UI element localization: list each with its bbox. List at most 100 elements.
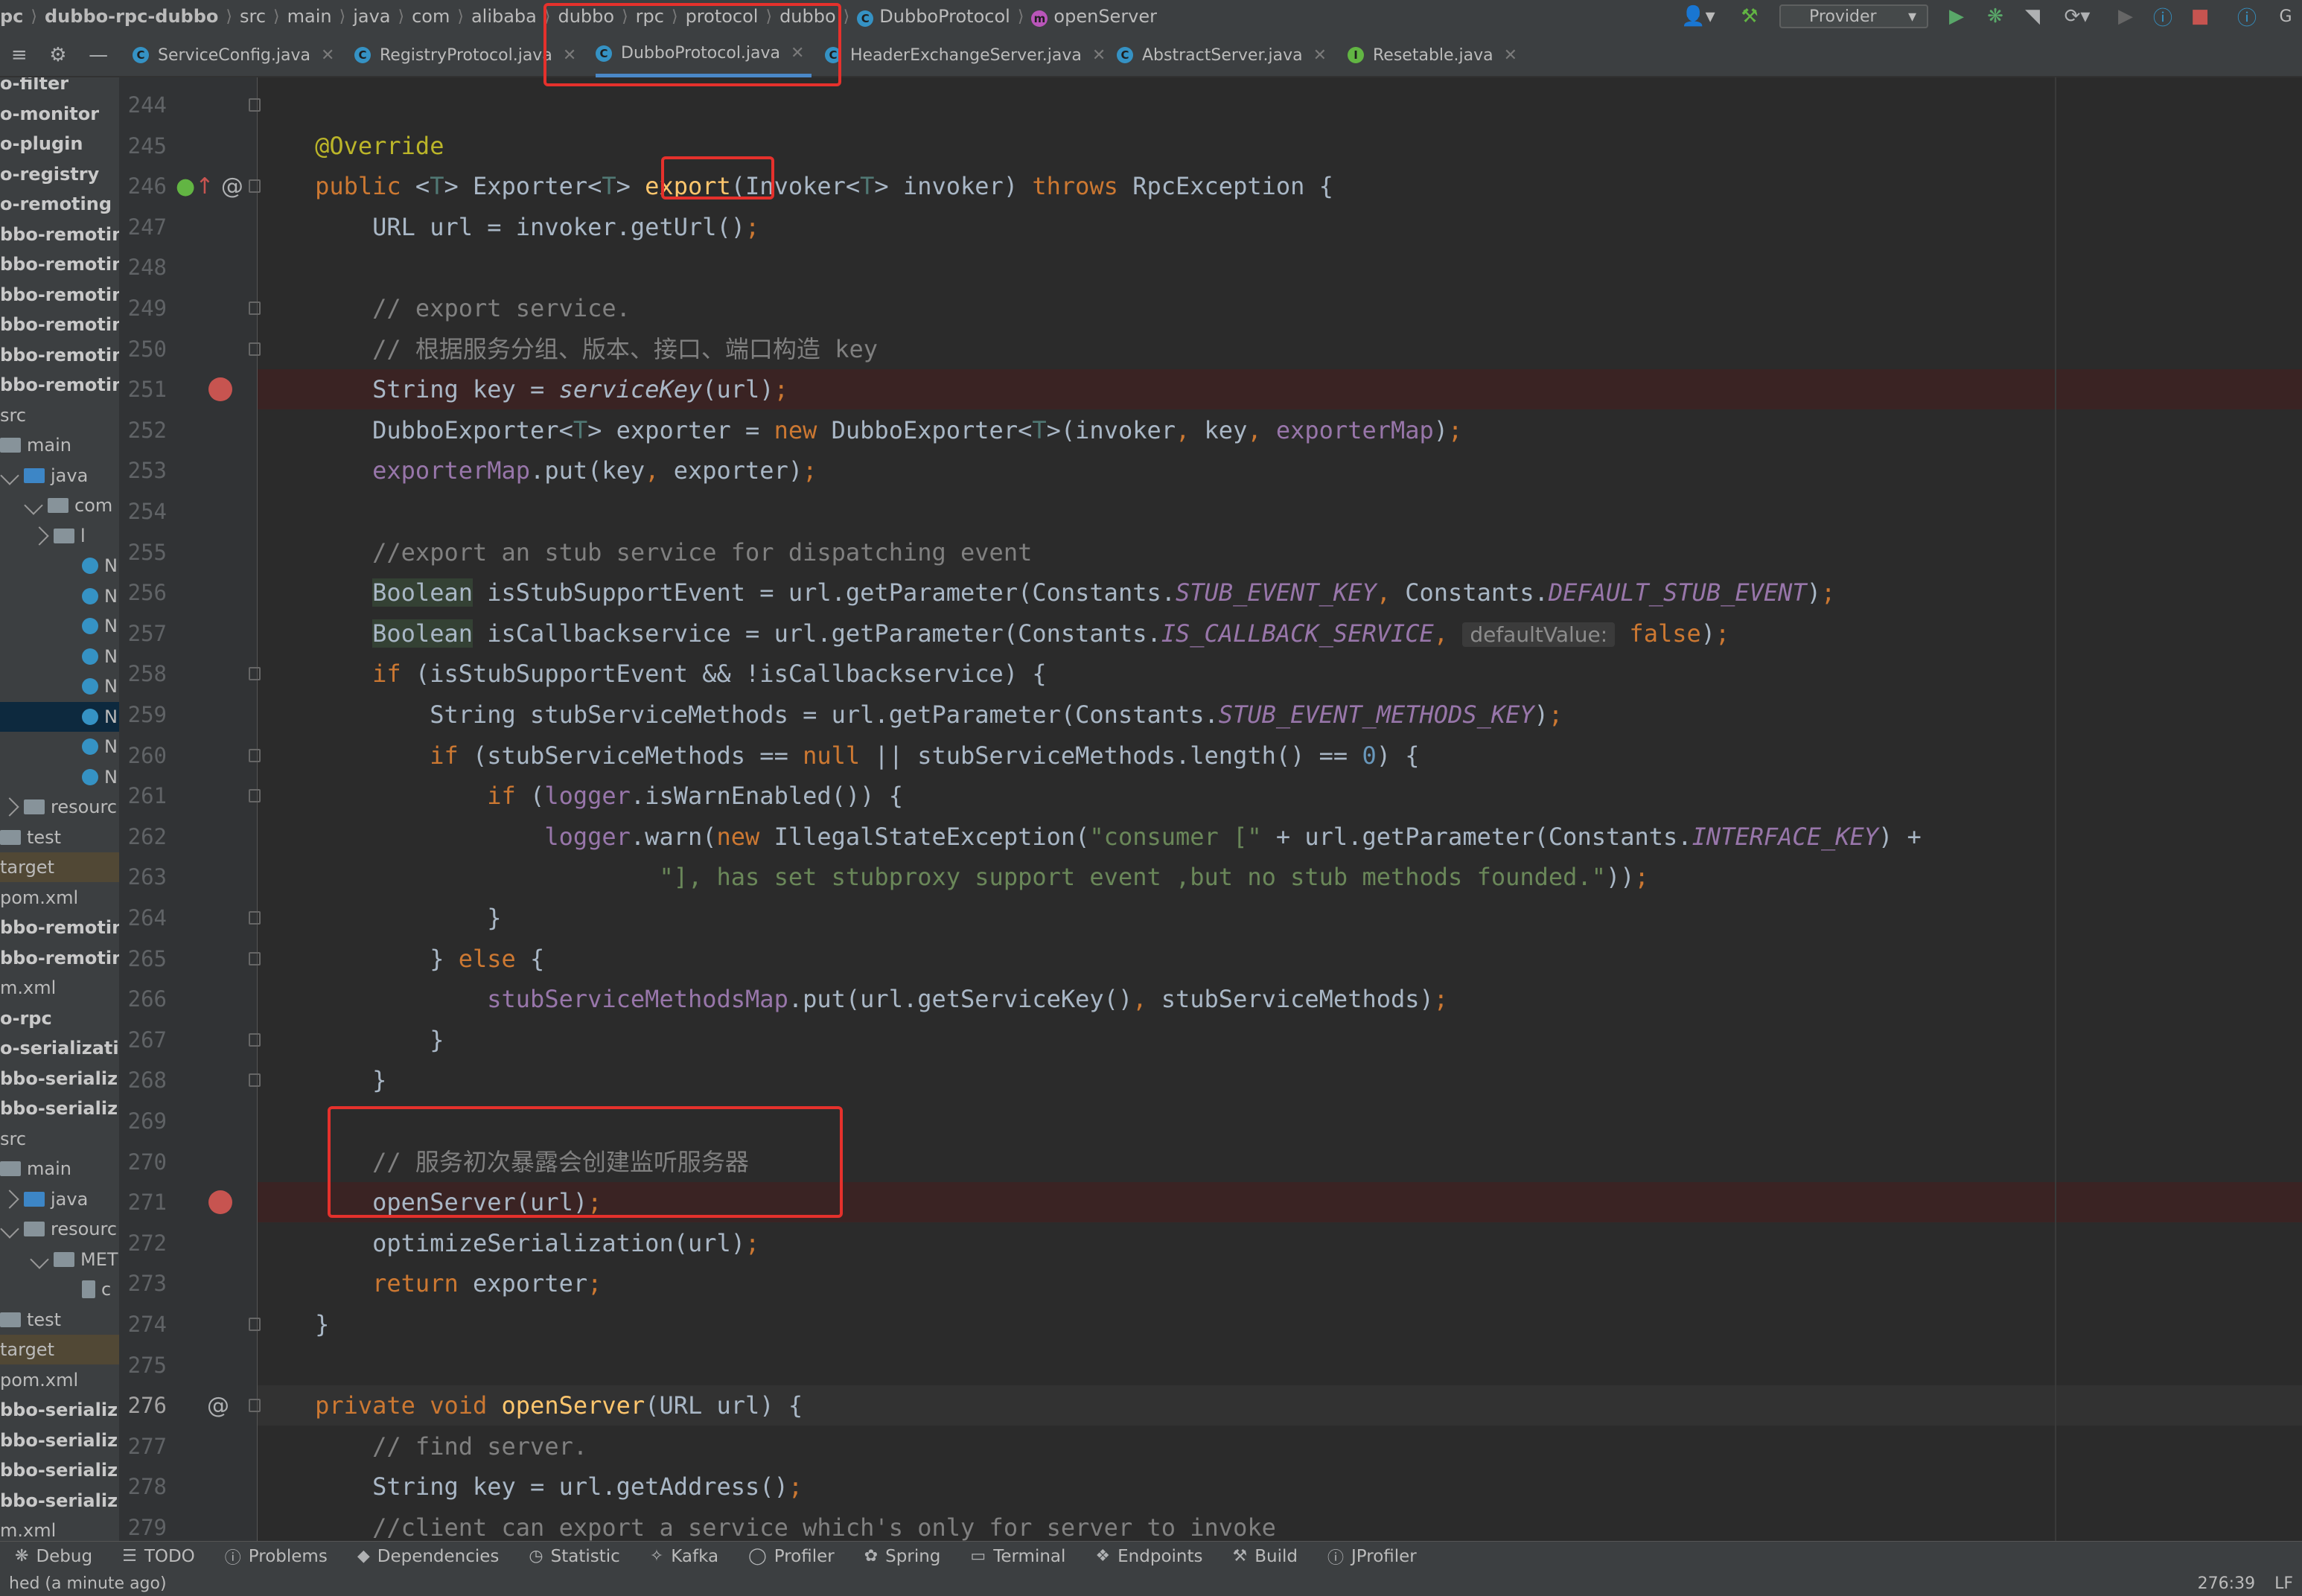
tool-window-statistic[interactable]: ◷ Statistic xyxy=(529,1547,619,1566)
code-line[interactable] xyxy=(258,1345,2302,1385)
project-tree-item[interactable]: o-remoting xyxy=(0,189,119,219)
tab-service-config[interactable]: C ServiceConfig.java ✕ xyxy=(133,33,334,77)
code-line[interactable]: public <T> Exporter<T> export(Invoker<T>… xyxy=(258,166,2302,206)
project-tree-item[interactable]: N xyxy=(0,732,119,762)
project-tree-item[interactable]: target xyxy=(0,1335,119,1364)
code-line[interactable]: if (isStubSupportEvent && !isCallbackser… xyxy=(258,654,2302,694)
project-tree-item[interactable]: o-filter xyxy=(0,77,119,98)
breakpoint-icon[interactable] xyxy=(208,369,313,409)
project-tree-item[interactable]: java xyxy=(0,461,119,491)
project-tree-item[interactable]: bbo-remotin xyxy=(0,943,119,973)
project-tree-item[interactable]: resourc xyxy=(0,1214,119,1244)
chevron-down-icon[interactable] xyxy=(0,1219,19,1239)
project-tree-item[interactable]: com xyxy=(0,491,119,520)
project-tree-item[interactable]: src xyxy=(0,400,119,430)
caret-position[interactable]: 276:39 xyxy=(2198,1574,2255,1593)
project-tree-item[interactable]: java xyxy=(0,1184,119,1214)
project-tree-item[interactable]: bbo-serializ xyxy=(0,1426,119,1455)
jprofiler-icon[interactable]: ⓘ xyxy=(2148,4,2178,30)
breadcrumb-item[interactable]: pc xyxy=(0,6,31,27)
code-line[interactable]: return exporter; xyxy=(258,1263,2302,1303)
breadcrumb-item[interactable]: C DubboProtocol xyxy=(849,6,1018,27)
fold-marker-icon[interactable] xyxy=(249,1318,261,1331)
user-icon[interactable]: 👤▾ xyxy=(1680,4,1717,28)
project-tree-item[interactable]: N xyxy=(0,642,119,671)
project-tree-item[interactable]: bbo-serializ xyxy=(0,1395,119,1425)
breadcrumb-item[interactable]: src xyxy=(232,6,273,27)
line-separator[interactable]: LF xyxy=(2274,1574,2293,1593)
tab-abstract-server[interactable]: C AbstractServer.java ✕ xyxy=(1117,33,1327,77)
project-tree-item[interactable]: o-plugin xyxy=(0,129,119,159)
project-tree-item[interactable]: N xyxy=(0,762,119,792)
project-tree-item[interactable]: N xyxy=(0,701,119,732)
project-tree-item[interactable]: bbo-remotin xyxy=(0,340,119,370)
close-icon[interactable]: ✕ xyxy=(1092,46,1106,65)
breadcrumb-item[interactable]: dubbo-rpc-dubbo xyxy=(37,6,226,27)
project-tree-item[interactable]: test xyxy=(0,823,119,852)
project-tree-item[interactable]: l xyxy=(0,521,119,551)
code-line[interactable] xyxy=(258,85,2302,125)
code-line[interactable]: //export an stub service for dispatching… xyxy=(258,532,2302,572)
chevron-down-icon[interactable] xyxy=(0,465,19,485)
hammer-icon[interactable]: ⚒ xyxy=(1735,4,1764,28)
code-line[interactable]: // export service. xyxy=(258,288,2302,328)
project-tree-item[interactable]: o-rpc xyxy=(0,1003,119,1033)
project-tree-item[interactable]: bbo-remotin xyxy=(0,220,119,249)
tool-window-kafka[interactable]: ✧ Kafka xyxy=(650,1547,718,1566)
breadcrumb-item[interactable]: alibaba xyxy=(464,6,544,27)
fold-marker-icon[interactable] xyxy=(249,667,261,681)
project-tree-item[interactable]: bbo-serializ xyxy=(0,1486,119,1516)
override-implements-icon[interactable]: ● ↑ @ xyxy=(176,166,280,206)
code-line[interactable] xyxy=(258,247,2302,287)
chevron-right-icon[interactable] xyxy=(30,526,49,546)
code-line[interactable]: String key = url.getAddress(); xyxy=(258,1466,2302,1507)
project-tree-item[interactable]: bbo-remotin xyxy=(0,280,119,310)
bug-icon[interactable]: ❋ xyxy=(1980,4,2010,28)
project-tree-item[interactable]: bbo-serializ xyxy=(0,1094,119,1123)
project-tree-item[interactable]: m.xml xyxy=(0,1516,119,1541)
project-tree-item[interactable]: m.xml xyxy=(0,973,119,1003)
tab-resetable[interactable]: I Resetable.java ✕ xyxy=(1348,33,1517,77)
fold-marker-icon[interactable] xyxy=(249,748,261,762)
code-line[interactable]: if (logger.isWarnEnabled()) { xyxy=(258,776,2302,816)
code-line[interactable]: stubServiceMethodsMap.put(url.getService… xyxy=(258,979,2302,1019)
project-tree-item[interactable]: bbo-remotin xyxy=(0,249,119,279)
tool-window-endpoints[interactable]: ❖ Endpoints xyxy=(1095,1547,1202,1566)
tab-header-exchange-server[interactable]: C HeaderExchangeServer.java ✕ xyxy=(825,33,1106,77)
project-tree-item[interactable]: N xyxy=(0,611,119,641)
code-line[interactable]: } xyxy=(258,1304,2302,1344)
code-line[interactable]: } xyxy=(258,898,2302,938)
code-line[interactable]: } else { xyxy=(258,939,2302,979)
fold-marker-icon[interactable] xyxy=(249,1032,261,1047)
tool-window-terminal[interactable]: ▭ Terminal xyxy=(970,1547,1065,1566)
chevron-right-icon[interactable] xyxy=(0,1189,19,1209)
code-line[interactable]: private void openServer(URL url) { xyxy=(258,1385,2302,1426)
code-line[interactable]: logger.warn(new IllegalStateException("c… xyxy=(258,817,2302,857)
breakpoint-icon[interactable] xyxy=(208,1182,313,1222)
run-config-select[interactable]: Provider ▾ xyxy=(1779,4,1928,28)
close-icon[interactable]: ✕ xyxy=(1313,46,1327,65)
breadcrumb-item[interactable]: com xyxy=(404,6,457,27)
project-tree-item[interactable]: test xyxy=(0,1305,119,1335)
project-tree-item[interactable]: pom.xml xyxy=(0,1365,119,1395)
project-tree-item[interactable]: o-registry xyxy=(0,159,119,189)
project-tree-item[interactable]: c xyxy=(0,1274,119,1304)
tool-window-problems[interactable]: ⓘ Problems xyxy=(225,1545,328,1568)
resume-icon[interactable]: ▶ xyxy=(2111,4,2140,28)
fold-marker-icon[interactable] xyxy=(249,911,261,925)
code-line[interactable]: // find server. xyxy=(258,1426,2302,1466)
breadcrumb-item[interactable]: m openServer xyxy=(1024,6,1164,27)
tool-window-dependencies[interactable]: ◆ Dependencies xyxy=(357,1547,500,1566)
chevron-right-icon[interactable] xyxy=(0,797,19,817)
project-tree-item[interactable]: bbo-remotin xyxy=(0,370,119,400)
project-tree-item[interactable]: pom.xml xyxy=(0,883,119,913)
project-tree-item[interactable]: bbo-serializ xyxy=(0,1455,119,1485)
code-line[interactable]: // 根据服务分组、版本、接口、端口构造 key xyxy=(258,329,2302,369)
code-line[interactable]: @Override xyxy=(258,126,2302,166)
fold-marker-icon[interactable] xyxy=(249,1073,261,1088)
project-tree-item[interactable]: resourc xyxy=(0,792,119,822)
tool-window-profiler[interactable]: ◯ Profiler xyxy=(748,1547,835,1566)
code-line[interactable]: } xyxy=(258,1020,2302,1060)
fold-marker-icon[interactable] xyxy=(249,789,261,803)
help-icon[interactable]: ⓘ xyxy=(2232,4,2262,30)
